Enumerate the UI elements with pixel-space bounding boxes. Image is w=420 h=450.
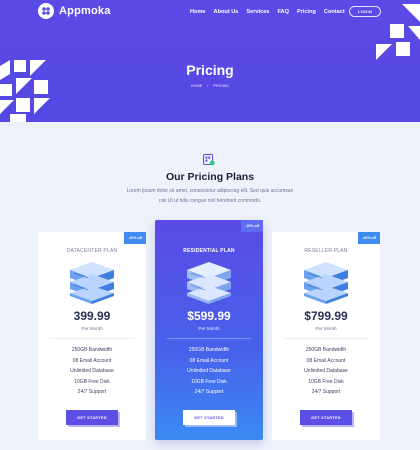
feature-item: Unlimited Database xyxy=(304,368,348,375)
nav-item-home[interactable]: Home xyxy=(190,9,206,15)
server-stack-icon xyxy=(304,262,348,304)
hero-banner: Appmoka Home About Us Services FAQ Prici… xyxy=(0,0,420,122)
pricing-card-datacenter: -10% off DATACENTER PLAN 399.99 Per Mont… xyxy=(38,232,146,440)
divider xyxy=(167,338,251,339)
feature-item: Unlimited Database xyxy=(70,368,114,375)
server-stack-icon xyxy=(70,262,114,304)
nav-item-pricing[interactable]: Pricing xyxy=(297,9,316,15)
feature-item: 10GB Free Disk xyxy=(74,378,110,385)
breadcrumb-home[interactable]: HOME xyxy=(191,84,202,88)
divider xyxy=(50,338,134,339)
breadcrumb: HOME / PRICING xyxy=(0,84,420,88)
plan-price: $799.99 xyxy=(304,309,348,323)
feature-item: 10GB Free Disk xyxy=(191,378,227,385)
feature-item: 08 Email Account xyxy=(189,357,229,364)
feature-item: 08 Email Account xyxy=(306,357,346,364)
plan-period: Per Month xyxy=(81,326,103,331)
plan-period: Per Month xyxy=(315,326,337,331)
server-stack-icon xyxy=(187,262,231,304)
feature-item: 24/7 Support xyxy=(194,389,224,396)
logo-icon xyxy=(38,3,54,19)
nav-item-faq[interactable]: FAQ xyxy=(277,9,289,15)
discount-badge: -10% off xyxy=(241,220,263,232)
feature-item: Unlimited Database xyxy=(187,368,231,375)
nav-item-contact[interactable]: Contact xyxy=(324,9,345,15)
nav-item-services[interactable]: Services xyxy=(246,9,269,15)
feature-list: 250GB Bandwidth 08 Email Account Unlimit… xyxy=(38,345,146,398)
plan-name: RESIDENTIAL PLAN xyxy=(183,248,235,254)
plan-name: DATACENTER PLAN xyxy=(66,248,118,254)
plan-price: $599.99 xyxy=(187,309,231,323)
feature-list: 250GB Bandwidth 08 Email Account Unlimit… xyxy=(272,345,380,398)
pricing-card-residential: -10% off RESIDENTIAL PLAN $599.99 Per Mo… xyxy=(155,220,263,440)
feature-item: 250GB Bandwidth xyxy=(305,347,347,353)
get-started-button[interactable]: GET STARTED xyxy=(300,410,352,425)
pricing-card-reseller: -10% off RESELLER PLAN $799.99 Per Month… xyxy=(272,232,380,440)
brand-name: Appmoka xyxy=(59,5,111,17)
feature-item: 08 Email Account xyxy=(72,357,112,364)
feature-item: 10GB Free Disk xyxy=(308,378,344,385)
pricing-section-icon xyxy=(203,154,215,166)
feature-list: 250GB Bandwidth 08 Email Account Unlimit… xyxy=(155,345,263,398)
section-title: Our Pricing Plans xyxy=(165,171,255,183)
page-title: Pricing xyxy=(186,62,234,78)
plan-name: RESELLER PLAN xyxy=(304,248,348,254)
get-started-button[interactable]: GET STARTED xyxy=(66,410,118,425)
plan-period: Per Month xyxy=(198,326,220,331)
feature-item: 250GB Bandwidth xyxy=(188,347,230,353)
discount-badge: -10% off xyxy=(358,232,380,244)
top-navigation: Appmoka Home About Us Services FAQ Prici… xyxy=(0,0,420,26)
breadcrumb-separator: / xyxy=(207,84,209,88)
breadcrumb-current: PRICING xyxy=(213,84,230,88)
section-description: Lorem ipsum dolor sit amet, consectetur … xyxy=(126,188,294,204)
login-button[interactable]: LOGIN xyxy=(349,6,381,17)
discount-badge: -10% off xyxy=(124,232,146,244)
brand-logo[interactable]: Appmoka xyxy=(38,3,111,19)
feature-item: 24/7 Support xyxy=(77,389,107,396)
feature-item: 250GB Bandwidth xyxy=(71,347,113,353)
feature-item: 24/7 Support xyxy=(311,389,341,396)
plan-price: 399.99 xyxy=(73,309,111,323)
nav-item-about[interactable]: About Us xyxy=(214,9,239,15)
divider xyxy=(284,338,368,339)
main-menu: Home About Us Services FAQ Pricing Conta… xyxy=(190,9,345,15)
get-started-button[interactable]: GET STARTED xyxy=(183,410,235,425)
